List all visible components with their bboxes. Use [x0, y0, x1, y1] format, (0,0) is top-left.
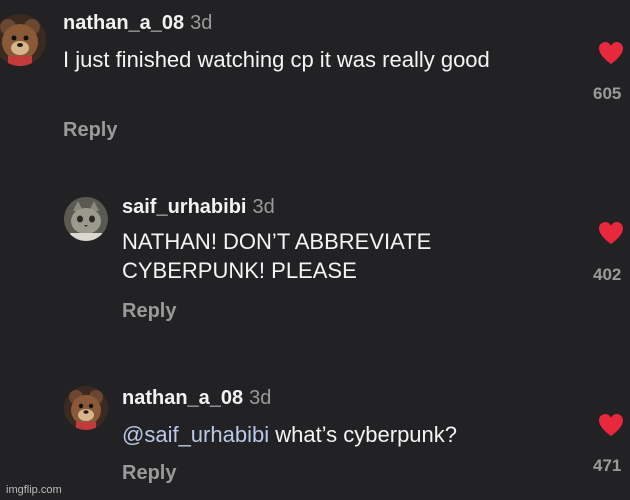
username-text[interactable]: nathan_a_08 — [122, 387, 243, 409]
like-count: 402 — [593, 265, 622, 284]
comment-text: @saif_urhabibi what’s cyberpunk? — [122, 420, 562, 449]
reply-button[interactable]: Reply — [122, 462, 176, 485]
watermark: imgflip.com — [6, 484, 62, 496]
reply-button[interactable]: Reply — [63, 119, 117, 142]
heart-icon — [599, 222, 623, 244]
teddy-bear-icon — [0, 14, 46, 66]
user-mention-link[interactable]: @saif_urhabibi — [122, 422, 269, 447]
like-button[interactable] — [598, 221, 624, 245]
comment-text: NATHAN! DON’T ABBREVIATE CYBERPUNK! PLEA… — [122, 229, 432, 283]
username-text[interactable]: saif_urhabibi — [122, 196, 246, 218]
like-button[interactable] — [598, 41, 624, 65]
heart-icon — [599, 414, 623, 436]
timestamp: 3d — [252, 196, 275, 218]
comment-text-body: what’s cyberpunk? — [269, 422, 458, 447]
like-count: 605 — [593, 84, 622, 103]
avatar-nathan[interactable] — [64, 386, 108, 430]
timestamp: 3d — [190, 12, 213, 34]
username-text[interactable]: nathan_a_08 — [63, 12, 184, 34]
heart-icon — [599, 42, 623, 64]
timestamp: 3d — [249, 387, 272, 409]
like-button[interactable] — [598, 413, 624, 437]
comment-username[interactable]: saif_urhabibi 3d — [122, 196, 275, 219]
teddy-bear-icon — [64, 386, 108, 430]
avatar-nathan[interactable] — [0, 14, 46, 66]
like-count: 471 — [593, 456, 622, 475]
reply-button[interactable]: Reply — [122, 300, 176, 323]
comment-username[interactable]: nathan_a_08 3d — [122, 387, 271, 410]
comment-text: I just finished watching cp it was reall… — [63, 47, 490, 72]
comment-username[interactable]: nathan_a_08 3d — [63, 12, 212, 35]
cat-icon — [64, 197, 108, 241]
avatar-saif[interactable] — [64, 197, 108, 241]
